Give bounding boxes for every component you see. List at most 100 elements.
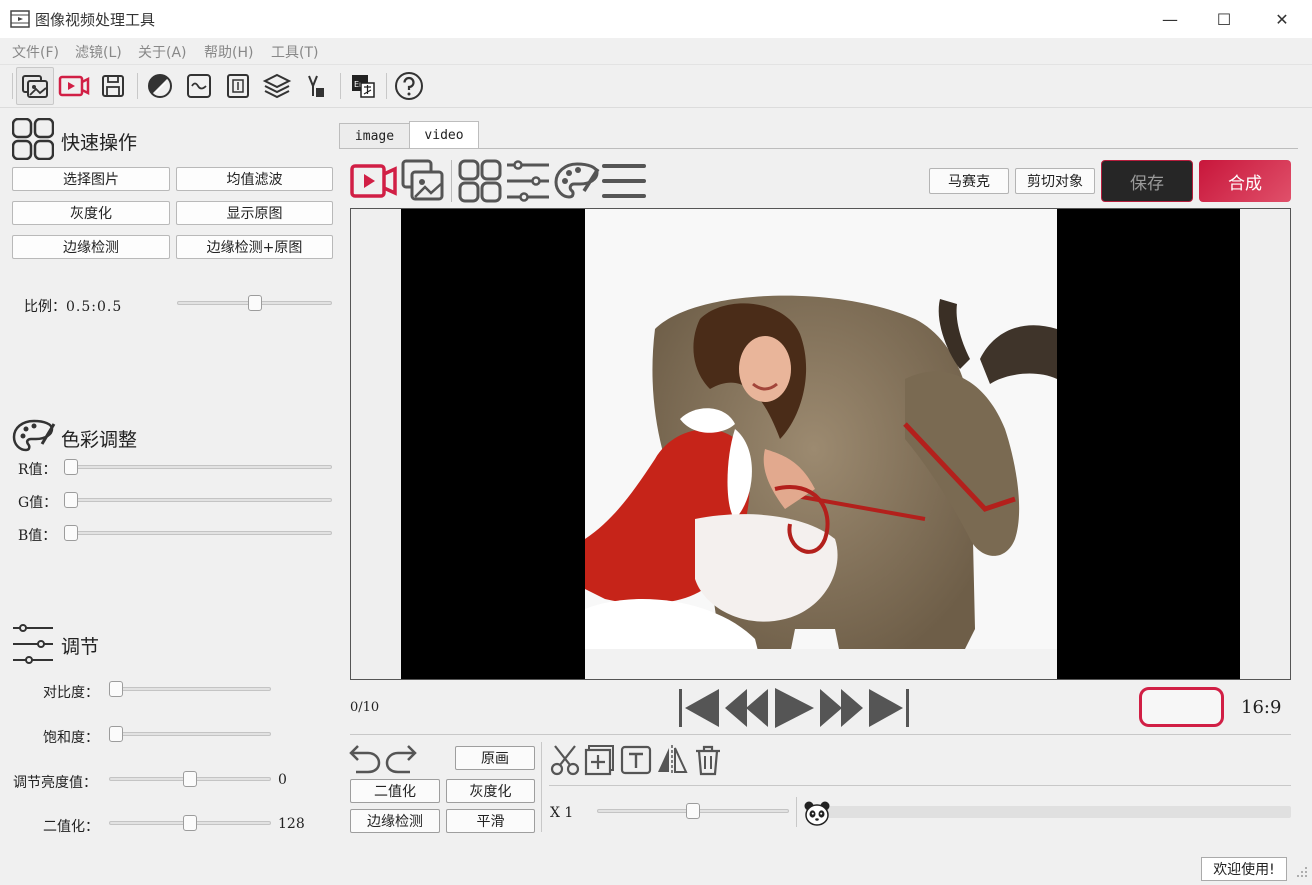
help-icon[interactable] (390, 67, 428, 105)
select-image-button[interactable]: 选择图片 (12, 167, 170, 191)
r-slider[interactable] (64, 459, 332, 475)
grid-four-icon (11, 117, 55, 164)
show-original-button[interactable]: 显示原图 (176, 201, 333, 225)
saturation-slider[interactable] (109, 726, 271, 742)
ratio-value: 0.5:0.5 (66, 299, 123, 315)
tuning-title: 调节 (61, 636, 100, 658)
slider-handle[interactable] (64, 459, 78, 475)
trash-icon[interactable] (692, 744, 724, 776)
divider (549, 785, 1291, 786)
brightness-value: 0 (278, 772, 287, 788)
contrast-slider[interactable] (109, 681, 271, 697)
binarize-button[interactable]: 二值化 (350, 779, 440, 803)
cut-object-button[interactable]: 剪切对象 (1015, 168, 1095, 194)
slider-handle[interactable] (64, 492, 78, 508)
binarize-slider[interactable] (109, 815, 271, 831)
panda-icon[interactable] (803, 800, 831, 826)
redo-icon[interactable] (384, 742, 418, 774)
play-icon[interactable] (772, 686, 816, 730)
sliders-adjust-icon[interactable] (506, 159, 550, 203)
text-frame-icon[interactable] (219, 67, 257, 105)
g-label: G值： (18, 495, 58, 511)
speed-slider[interactable] (597, 803, 789, 819)
menu-tools[interactable]: 工具(T) (271, 42, 318, 62)
rewind-icon[interactable] (723, 687, 769, 729)
color-adjust-title: 色彩调整 (61, 429, 138, 451)
flip-mirror-icon[interactable] (656, 744, 688, 776)
timeline-track[interactable] (822, 806, 1291, 818)
b-label: B值： (18, 528, 57, 544)
ratio-label: 比例：0.5:0.5 (24, 296, 122, 316)
video-play-icon[interactable] (350, 160, 398, 202)
edge-detect-original-button[interactable]: 边缘检测+原图 (176, 235, 333, 259)
fast-forward-icon[interactable] (819, 687, 865, 729)
record-indicator[interactable] (1139, 687, 1224, 727)
image-window-icon[interactable] (400, 158, 446, 202)
slider-handle[interactable] (109, 726, 123, 742)
title-bar: 图像视频处理工具 — ☐ ✕ (0, 0, 1312, 38)
slider-handle[interactable] (109, 681, 123, 697)
skip-to-end-icon[interactable] (867, 687, 911, 729)
save-disk-icon[interactable] (94, 67, 132, 105)
contrast-label: 对比度： (43, 685, 99, 701)
slider-handle[interactable] (686, 803, 700, 819)
slider-handle[interactable] (183, 771, 197, 787)
video-play-icon[interactable] (55, 67, 93, 105)
contrast-circle-icon[interactable] (141, 67, 179, 105)
slider-handle[interactable] (183, 815, 197, 831)
aspect-ratio[interactable]: 16:9 (1241, 697, 1281, 718)
palette-icon[interactable] (554, 161, 600, 201)
quick-ops-title: 快速操作 (61, 132, 138, 154)
mean-filter-button[interactable]: 均值滤波 (176, 167, 333, 191)
video-preview[interactable] (350, 208, 1291, 680)
edge-detect-button[interactable]: 边缘检测 (12, 235, 170, 259)
binarize-value: 128 (278, 816, 305, 832)
toolbar-separator (340, 73, 341, 99)
b-slider[interactable] (64, 525, 332, 541)
mosaic-button[interactable]: 马赛克 (929, 168, 1009, 194)
g-slider[interactable] (64, 492, 332, 508)
save-button[interactable]: 保存 (1101, 160, 1193, 202)
text-tool-icon[interactable] (620, 744, 652, 776)
divider (350, 734, 1291, 735)
scissors-icon[interactable] (549, 744, 581, 776)
translate-en-icon[interactable]: En (344, 67, 382, 105)
gray-button[interactable]: 灰度化 (446, 779, 535, 803)
hamburger-menu-icon[interactable] (602, 160, 646, 202)
compose-button[interactable]: 合成 (1199, 160, 1291, 202)
ratio-label-text: 比例： (24, 299, 66, 315)
menu-filter[interactable]: 滤镜(L) (75, 42, 122, 62)
menu-help[interactable]: 帮助(H) (204, 42, 253, 62)
menu-file[interactable]: 文件(F) (12, 42, 59, 62)
selection-tool-icon[interactable] (297, 67, 335, 105)
slider-handle[interactable] (64, 525, 78, 541)
add-frame-icon[interactable] (584, 744, 616, 776)
menu-about[interactable]: 关于(A) (138, 42, 187, 62)
toolbar: En (0, 64, 1312, 108)
welcome-status: 欢迎使用! (1201, 857, 1287, 881)
resize-grip-icon[interactable] (1296, 866, 1308, 878)
maximize-button[interactable]: ☐ (1204, 4, 1244, 34)
edge-button[interactable]: 边缘检测 (350, 809, 440, 833)
image-window-icon[interactable] (16, 67, 54, 105)
video-frame-image (585, 209, 1057, 679)
saturation-label: 饱和度： (43, 730, 99, 746)
layers-icon[interactable] (258, 67, 296, 105)
tab-image[interactable]: image (339, 123, 410, 149)
grid-four-icon[interactable] (458, 159, 502, 203)
grayscale-button[interactable]: 灰度化 (12, 201, 170, 225)
palette-icon (12, 418, 56, 458)
tab-video[interactable]: video (409, 121, 479, 149)
speed-label: X 1 (550, 805, 574, 821)
skip-to-start-icon[interactable] (677, 687, 721, 729)
minimize-button[interactable]: — (1150, 4, 1190, 34)
toolbar-grip (12, 73, 13, 99)
close-button[interactable]: ✕ (1262, 4, 1302, 34)
curve-icon[interactable] (180, 67, 218, 105)
undo-icon[interactable] (348, 742, 382, 774)
slider-handle[interactable] (247, 295, 262, 311)
smooth-button[interactable]: 平滑 (446, 809, 535, 833)
ratio-slider[interactable] (177, 295, 332, 311)
original-frame-button[interactable]: 原画 (455, 746, 535, 770)
brightness-slider[interactable] (109, 771, 271, 787)
